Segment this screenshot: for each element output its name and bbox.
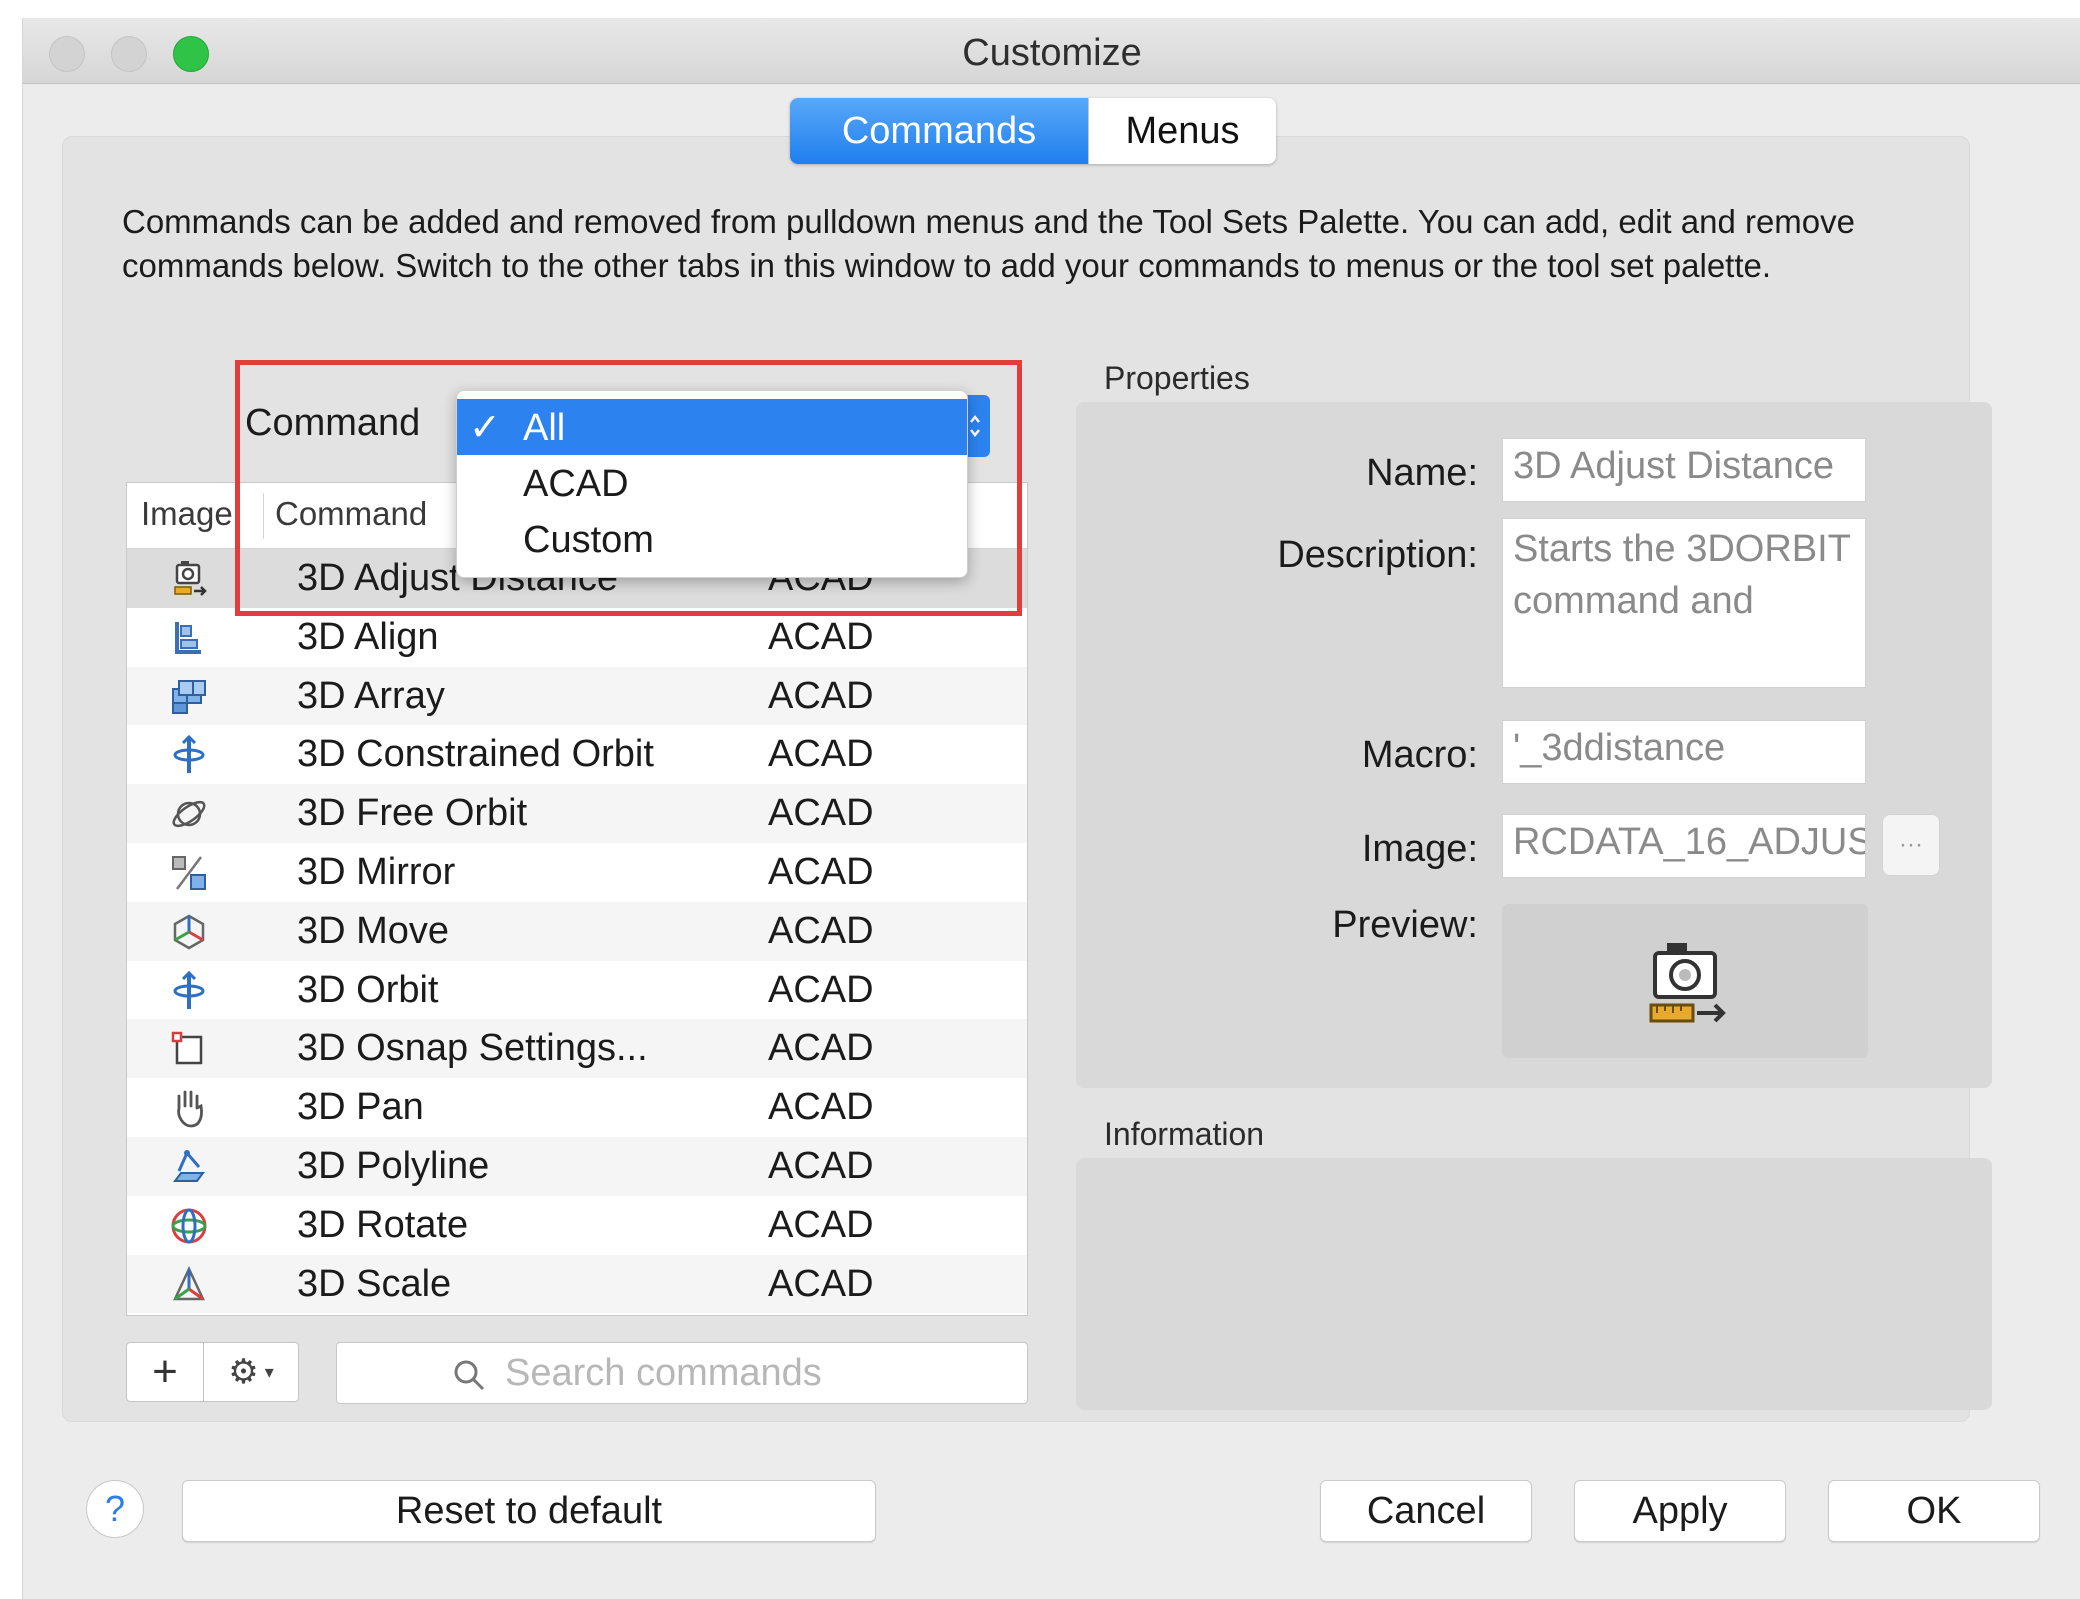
command-source: ACAD xyxy=(768,909,874,952)
command-name: 3D Osnap Settings... xyxy=(297,1027,648,1070)
plus-icon: + xyxy=(152,1347,178,1396)
title-bar: Customize xyxy=(23,18,2080,84)
tab-menus[interactable]: Menus xyxy=(1088,98,1276,164)
name-field[interactable]: 3D Adjust Distance xyxy=(1502,438,1866,502)
table-row[interactable]: 3D Free Orbit ACAD xyxy=(127,784,1027,843)
command-source: ACAD xyxy=(768,968,874,1011)
command-filter-label: Command xyxy=(245,402,421,444)
command-name: 3D Orbit xyxy=(297,968,439,1011)
commands-table: Image Command 3D Adjust Distance ACAD 3D… xyxy=(126,482,1028,1316)
macro-label: Macro: xyxy=(1361,734,1478,776)
command-source: ACAD xyxy=(768,1262,874,1305)
command-name: 3D Mirror xyxy=(297,850,456,893)
array-icon xyxy=(172,679,206,714)
align-icon xyxy=(175,621,201,654)
reset-to-default-button[interactable]: Reset to default xyxy=(182,1480,876,1542)
add-command-button[interactable]: + xyxy=(126,1342,204,1402)
search-icon xyxy=(454,1360,485,1391)
table-row[interactable]: 3D Align ACAD xyxy=(127,607,1027,667)
intro-text: Commands can be added and removed from p… xyxy=(122,203,1855,284)
orbit-icon xyxy=(173,970,205,1009)
table-rows: 3D Adjust Distance ACAD 3D Align ACAD 3D… xyxy=(127,549,1027,1314)
command-name: 3D Pan xyxy=(297,1086,424,1129)
table-row[interactable]: 3D Orbit ACAD xyxy=(127,960,1027,1020)
filter-option-label: All xyxy=(523,407,566,449)
command-name: 3D Array xyxy=(297,674,445,717)
filter-option-all[interactable]: ✓ All xyxy=(457,399,967,455)
table-row[interactable]: 3D Move ACAD xyxy=(127,901,1027,961)
apply-button[interactable]: Apply xyxy=(1574,1480,1786,1542)
command-source: ACAD xyxy=(768,792,874,835)
actions-menu-button[interactable]: ⚙ ▾ xyxy=(203,1342,299,1402)
chevron-updown-icon xyxy=(970,414,980,438)
gear-icon: ⚙ xyxy=(228,1353,259,1391)
move-gizmo-icon xyxy=(173,914,205,950)
command-source: ACAD xyxy=(768,850,874,893)
filter-option-label: Custom xyxy=(523,519,654,561)
command-name: 3D Move xyxy=(297,909,450,952)
preview-label: Preview: xyxy=(1332,904,1478,946)
column-divider xyxy=(263,493,264,539)
table-row[interactable]: 3D Scale ACAD xyxy=(127,1254,1027,1314)
mirror-icon xyxy=(172,855,206,890)
free-orbit-icon xyxy=(172,801,206,828)
cancel-button[interactable]: Cancel xyxy=(1320,1480,1532,1542)
name-label: Name: xyxy=(1366,452,1478,494)
checkmark-icon: ✓ xyxy=(469,407,501,449)
command-source: ACAD xyxy=(768,615,874,658)
command-name: 3D Free Orbit xyxy=(297,792,528,835)
table-row[interactable]: 3D Osnap Settings... ACAD xyxy=(127,1019,1027,1079)
tab-commands[interactable]: Commands xyxy=(790,98,1088,164)
command-filter-menu: ✓ All ACAD Custom xyxy=(456,390,968,578)
command-source: ACAD xyxy=(768,674,874,717)
table-row[interactable]: 3D Constrained Orbit ACAD xyxy=(127,725,1027,785)
rotate-gizmo-icon xyxy=(171,1208,207,1244)
scale-gizmo-icon xyxy=(173,1265,205,1300)
chevron-down-icon: ▾ xyxy=(264,1361,274,1382)
table-row[interactable]: 3D Polyline ACAD xyxy=(127,1136,1027,1196)
image-label: Image: xyxy=(1361,828,1478,870)
description-label: Description: xyxy=(1277,534,1478,576)
table-row[interactable]: 3D Pan ACAD xyxy=(127,1078,1027,1137)
filter-option-acad[interactable]: ACAD xyxy=(457,455,967,511)
filter-option-label: ACAD xyxy=(523,463,629,505)
command-source: ACAD xyxy=(768,733,874,776)
tab-bar: Commands Menus xyxy=(790,98,1276,164)
properties-title: Properties xyxy=(1104,360,1250,396)
column-header-image[interactable]: Image xyxy=(141,495,233,533)
information-panel xyxy=(1076,1158,1992,1410)
window-title: Customize xyxy=(962,32,1142,74)
table-row[interactable]: 3D Array ACAD xyxy=(127,666,1027,726)
search-input[interactable] xyxy=(505,1351,1005,1395)
filter-option-custom[interactable]: Custom xyxy=(457,511,967,567)
osnap-icon xyxy=(171,1032,203,1065)
command-name: 3D Constrained Orbit xyxy=(297,733,654,776)
command-name: 3D Polyline xyxy=(297,1144,490,1187)
polyline-icon xyxy=(173,1149,205,1182)
pan-hand-icon xyxy=(177,1090,203,1128)
command-source: ACAD xyxy=(768,1027,874,1070)
command-source: ACAD xyxy=(768,1144,874,1187)
constrained-orbit-icon xyxy=(173,735,205,774)
information-title: Information xyxy=(1104,1116,1265,1152)
command-source: ACAD xyxy=(768,1203,874,1246)
macro-field[interactable]: '_3ddistance xyxy=(1502,720,1866,784)
command-name: 3D Scale xyxy=(297,1262,452,1305)
column-header-command[interactable]: Command xyxy=(275,495,427,533)
table-row[interactable]: 3D Rotate ACAD xyxy=(127,1195,1027,1255)
command-name: 3D Rotate xyxy=(297,1203,469,1246)
camera-measure-icon xyxy=(1649,943,1726,1023)
command-source: ACAD xyxy=(768,1086,874,1129)
command-name: 3D Align xyxy=(297,615,439,658)
search-field[interactable] xyxy=(336,1342,1028,1404)
description-field[interactable]: Starts the 3DORBIT command and xyxy=(1502,518,1866,688)
ok-button[interactable]: OK xyxy=(1828,1480,2040,1542)
camera-measure-icon xyxy=(174,561,207,596)
image-preview xyxy=(1502,904,1868,1058)
browse-image-button[interactable]: ··· xyxy=(1882,814,1940,876)
image-field[interactable]: RCDATA_16_ADJUS xyxy=(1502,814,1866,878)
table-row[interactable]: 3D Mirror ACAD xyxy=(127,842,1027,902)
help-button[interactable]: ? xyxy=(86,1480,144,1538)
